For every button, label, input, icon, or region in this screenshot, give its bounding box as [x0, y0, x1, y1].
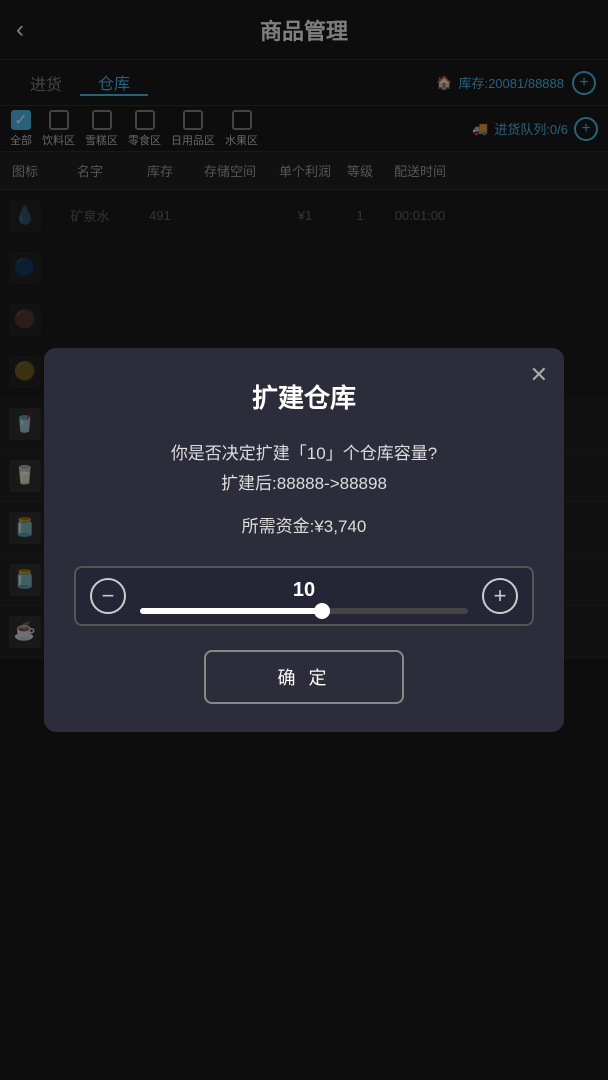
slider-plus-button[interactable]: + [482, 578, 518, 614]
slider-value: 10 [293, 579, 315, 602]
expand-warehouse-modal: ✕ 扩建仓库 你是否决定扩建「10」个仓库容量? 扩建后:88888->8889… [44, 348, 564, 733]
modal-body: 你是否决定扩建「10」个仓库容量? 扩建后:88888->88898 所需资金:… [74, 439, 534, 543]
confirm-button[interactable]: 确 定 [204, 650, 404, 704]
slider-minus-button[interactable]: − [90, 578, 126, 614]
modal-cost: 所需资金:¥3,740 [74, 512, 534, 543]
slider-thumb[interactable] [314, 603, 330, 619]
modal-after-build: 扩建后:88888->88898 [74, 469, 534, 500]
slider-track [140, 608, 468, 614]
modal-close-button[interactable]: ✕ [530, 362, 548, 388]
slider-center: 10 [140, 579, 468, 614]
slider-container: − 10 + [74, 566, 534, 626]
modal-title: 扩建仓库 [74, 378, 534, 415]
modal-overlay: ✕ 扩建仓库 你是否决定扩建「10」个仓库容量? 扩建后:88888->8889… [0, 0, 608, 1080]
modal-question: 你是否决定扩建「10」个仓库容量? [74, 439, 534, 470]
slider-fill [140, 608, 320, 614]
